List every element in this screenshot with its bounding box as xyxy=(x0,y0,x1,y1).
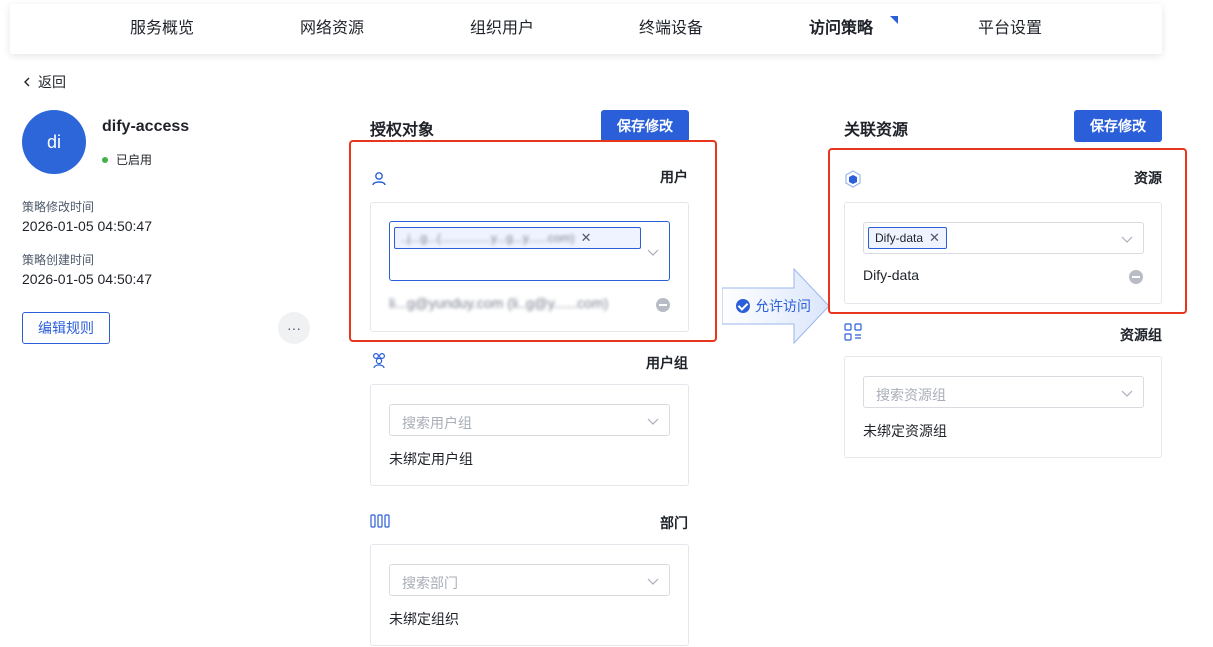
nav-item-access-policy[interactable]: 访问策略 xyxy=(809,4,873,54)
created-time-value: 2026-01-05 04:50:47 xyxy=(22,271,152,287)
listed-resource-item: Dify-data xyxy=(863,267,920,283)
listed-user-item: li...g@yunduy.com (li..g@y......com) xyxy=(389,295,609,311)
chevron-down-icon xyxy=(647,249,659,256)
department-card: 搜索部门 未绑定组织 xyxy=(370,544,689,646)
save-resources-button[interactable]: 保存修改 xyxy=(1074,110,1162,142)
policy-avatar: di xyxy=(22,110,86,174)
selected-user-tag: ..j...g...(...............y...g...y.....… xyxy=(394,227,641,249)
authorized-objects-title: 授权对象 xyxy=(370,122,435,139)
selected-resource-tag-text: Dify-data xyxy=(875,231,924,245)
selected-user-tag-text: ..j...g...(...............y...g...y.....… xyxy=(401,231,575,245)
related-resources-title: 关联资源 xyxy=(844,122,909,139)
chevron-left-icon xyxy=(24,77,30,87)
check-circle-icon xyxy=(736,299,750,313)
remove-user-tag-icon[interactable]: ✕ xyxy=(581,230,592,246)
resource-section-label: 资源 xyxy=(1134,170,1162,186)
chevron-down-icon xyxy=(1121,236,1133,243)
user-group-select[interactable]: 搜索用户组 xyxy=(389,404,670,436)
user-group-section-label: 用户组 xyxy=(646,355,688,371)
chevron-down-icon xyxy=(647,418,659,425)
nav-item-endpoint-devices[interactable]: 终端设备 xyxy=(639,4,703,54)
allow-access-text: 允许访问 xyxy=(755,298,811,314)
nav-item-org-users[interactable]: 组织用户 xyxy=(470,4,534,54)
department-empty-text: 未绑定组织 xyxy=(389,611,459,627)
user-group-empty-text: 未绑定用户组 xyxy=(389,451,473,467)
user-select[interactable]: ..j...g...(...............y...g...y.....… xyxy=(389,221,670,281)
department-placeholder: 搜索部门 xyxy=(402,575,458,591)
resource-group-section-label: 资源组 xyxy=(1120,327,1162,343)
modified-time-value: 2026-01-05 04:50:47 xyxy=(22,218,152,234)
department-icon xyxy=(370,514,390,528)
user-group-placeholder: 搜索用户组 xyxy=(402,415,472,431)
nav-item-service-overview[interactable]: 服务概览 xyxy=(130,4,194,54)
save-authorized-button[interactable]: 保存修改 xyxy=(601,110,689,142)
chevron-down-icon xyxy=(647,578,659,585)
resource-group-select[interactable]: 搜索资源组 xyxy=(863,376,1144,408)
user-section-label: 用户 xyxy=(660,169,688,185)
policy-status: 已启用 xyxy=(102,151,152,168)
resource-group-icon xyxy=(844,323,862,341)
user-group-card: 搜索用户组 未绑定用户组 xyxy=(370,384,689,486)
resource-select[interactable]: Dify-data ✕ xyxy=(863,222,1144,254)
department-section-label: 部门 xyxy=(660,515,688,531)
nav-item-platform-settings[interactable]: 平台设置 xyxy=(978,4,1042,54)
user-icon xyxy=(372,172,386,186)
more-options-button[interactable]: ··· xyxy=(278,312,310,344)
resource-card: Dify-data ✕ Dify-data xyxy=(844,202,1162,304)
status-text: 已启用 xyxy=(116,153,153,167)
remove-user-icon[interactable] xyxy=(656,298,670,312)
top-navigation: 服务概览 网络资源 组织用户 终端设备 访问策略 平台设置 xyxy=(10,4,1162,54)
nav-item-network-resources[interactable]: 网络资源 xyxy=(300,4,364,54)
back-link[interactable]: 返回 xyxy=(22,72,66,92)
remove-resource-icon[interactable] xyxy=(1129,270,1143,284)
modified-time-label: 策略修改时间 xyxy=(22,200,95,214)
status-dot-icon xyxy=(102,156,108,163)
active-tab-flag-icon xyxy=(890,16,898,24)
department-select[interactable]: 搜索部门 xyxy=(389,564,670,596)
edit-rules-button[interactable]: 编辑规则 xyxy=(22,312,110,344)
selected-resource-tag: Dify-data ✕ xyxy=(868,227,947,249)
allow-access-label: 允许访问 xyxy=(736,296,811,316)
user-card: ..j...g...(...............y...g...y.....… xyxy=(370,202,689,332)
resource-group-card: 搜索资源组 未绑定资源组 xyxy=(844,356,1162,458)
created-time-label: 策略创建时间 xyxy=(22,253,95,267)
remove-resource-tag-icon[interactable]: ✕ xyxy=(929,230,940,246)
policy-name: dify-access xyxy=(102,118,190,135)
resource-group-placeholder: 搜索资源组 xyxy=(876,387,946,403)
user-group-icon xyxy=(372,352,386,369)
resource-group-empty-text: 未绑定资源组 xyxy=(863,423,947,439)
resource-cube-icon xyxy=(845,170,861,188)
chevron-down-icon xyxy=(1121,390,1133,397)
back-label: 返回 xyxy=(38,74,66,90)
